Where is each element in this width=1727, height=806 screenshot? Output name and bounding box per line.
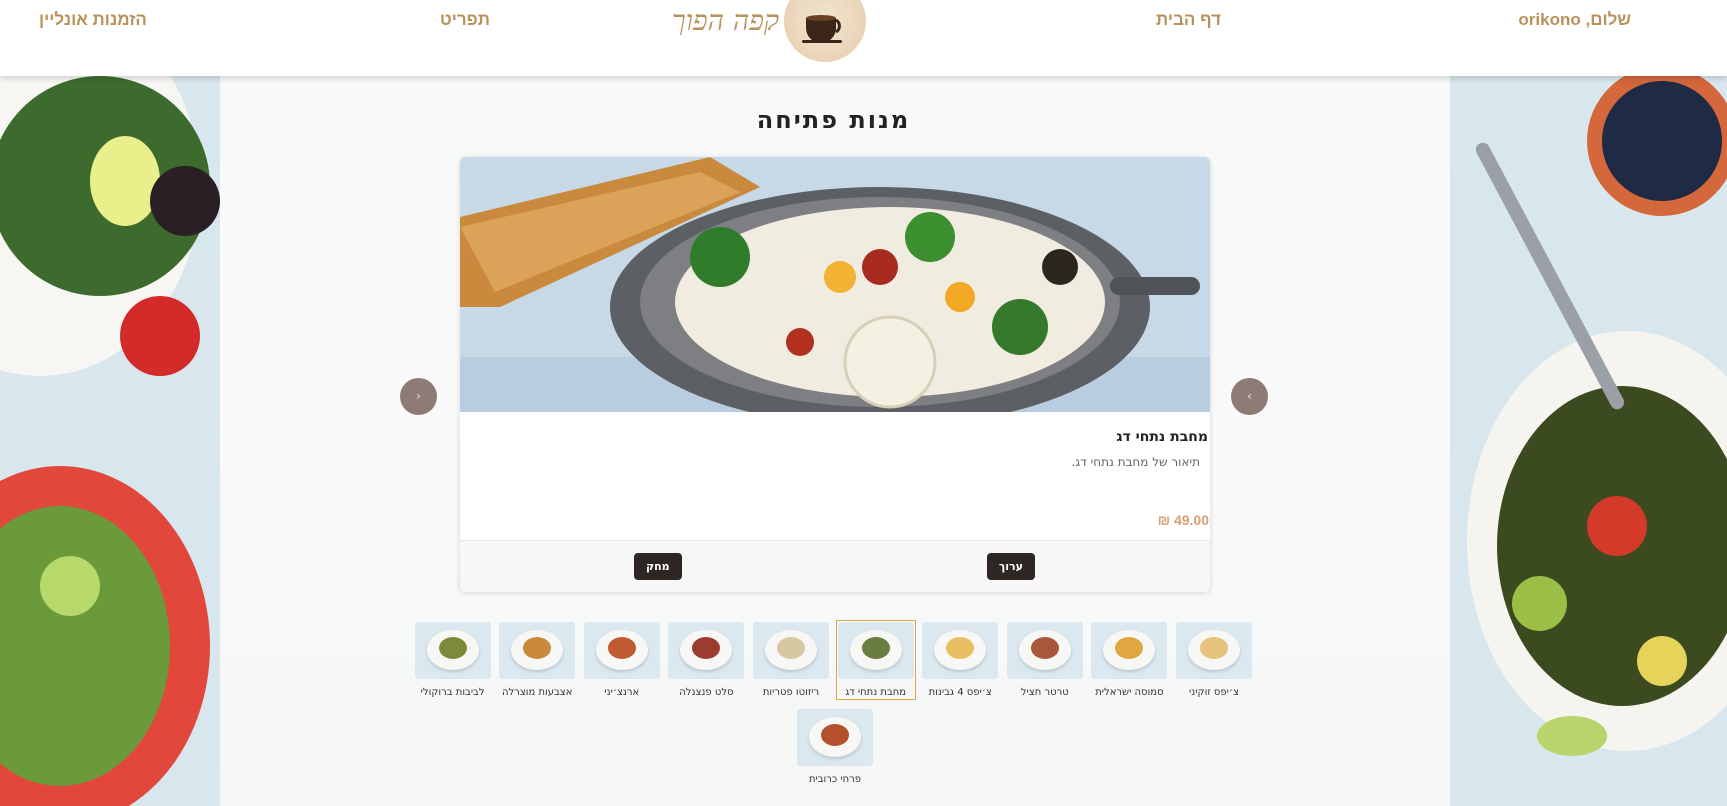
coffee-cup-icon — [802, 15, 842, 43]
dish-thumbnail[interactable]: צ׳יפס 4 גבינות — [922, 622, 999, 698]
nav-menu-link[interactable]: תפריט — [440, 10, 490, 30]
dish-thumbnail[interactable]: סמוסה ישראלית — [1091, 622, 1168, 698]
thumbnail-image — [499, 622, 576, 679]
thumbnail-label: סלט פנצנלה — [679, 687, 734, 698]
brand-name: קפה הפוך — [672, 4, 779, 37]
dish-price: ₪ 49.00 — [1157, 512, 1209, 528]
thumbnail-label: ארנצ׳יני — [604, 687, 640, 698]
thumbnail-image — [1091, 622, 1168, 679]
page-title: מנות פתיחה — [756, 106, 911, 134]
edit-button[interactable]: ערוך — [986, 553, 1035, 580]
dish-photo — [460, 157, 1210, 412]
dish-thumbnail[interactable]: ריזוטו פטריות — [753, 622, 829, 698]
dish-thumbnail[interactable]: אצבעות מוצרלה — [499, 622, 576, 698]
nav-online-orders-link[interactable]: הזמנות אונליין — [39, 10, 147, 30]
thumbnail-image — [668, 622, 745, 679]
food-graphic — [607, 637, 636, 659]
thumbnail-label: סמוסה ישראלית — [1095, 687, 1164, 698]
thumbnail-label: מחבת נתחי דג — [845, 687, 907, 698]
food-graphic — [438, 637, 467, 659]
background-food-image-right — [1450, 76, 1727, 806]
carousel-prev-button[interactable]: ‹ — [400, 378, 437, 415]
thumbnail-label: צ׳יפס זוקיני — [1189, 687, 1239, 698]
nav-home-link[interactable]: דף הבית — [1156, 10, 1221, 30]
thumbnail-image — [837, 622, 914, 679]
thumbnail-image — [1176, 622, 1252, 679]
carousel-next-button[interactable]: › — [1231, 378, 1268, 415]
cafe-logo[interactable] — [784, 0, 866, 62]
food-graphic — [1200, 637, 1228, 659]
dish-thumbnail[interactable]: ארנצ׳יני — [583, 622, 660, 698]
thumbnail-label: פרחי כרובית — [808, 774, 862, 785]
dish-thumbnail[interactable]: טרטר חציל — [1006, 622, 1083, 698]
chevron-left-icon: ‹ — [416, 389, 421, 403]
thumbnail-image — [922, 622, 999, 679]
food-graphic — [861, 637, 890, 659]
thumbnail-image — [1006, 622, 1083, 679]
dish-thumbnail[interactable]: מחבת נתחי דג — [835, 620, 916, 700]
delete-button[interactable]: מחק — [634, 553, 682, 580]
dish-image — [460, 157, 1210, 412]
dish-card: מחבת נתחי דג תיאור של מחבת נתחי דג. ₪ 49… — [460, 157, 1210, 592]
food-graphic — [523, 637, 552, 659]
food-graphic — [821, 724, 849, 746]
thumbnail-label: צ׳יפס 4 גבינות — [928, 687, 992, 698]
food-graphic — [1030, 637, 1059, 659]
card-actions: ערוך מחק — [460, 540, 1210, 592]
dish-thumbnail[interactable]: צ׳יפס זוקיני — [1176, 622, 1252, 698]
thumbnail-label: אצבעות מוצרלה — [501, 687, 573, 698]
thumbnail-label: טרטר חציל — [1020, 687, 1069, 698]
chevron-right-icon: › — [1247, 389, 1252, 403]
background-food-image-left — [0, 76, 220, 806]
top-navbar: שלום, orikono דף הבית קפה הפוך תפריט הזמ… — [0, 0, 1727, 76]
thumbnail-image — [753, 622, 829, 679]
user-greeting-link[interactable]: שלום, orikono — [1518, 10, 1631, 30]
thumbnail-image — [797, 709, 873, 766]
dish-thumbnail[interactable]: פרחי כרובית — [797, 709, 873, 785]
thumbnail-label: ריזוטו פטריות — [762, 687, 820, 698]
food-graphic — [946, 637, 975, 659]
food-graphic — [777, 637, 805, 659]
dish-thumbnail[interactable]: סלט פנצנלה — [668, 622, 745, 698]
thumbnail-image — [583, 622, 660, 679]
thumbnail-image — [414, 622, 491, 679]
dish-description: תיאור של מחבת נתחי דג. — [1071, 455, 1200, 469]
dish-thumbnail[interactable]: לביבות ברוקולי — [414, 622, 491, 698]
thumbnail-label: לביבות ברוקולי — [420, 687, 485, 698]
dish-name: מחבת נתחי דג — [1116, 429, 1208, 445]
